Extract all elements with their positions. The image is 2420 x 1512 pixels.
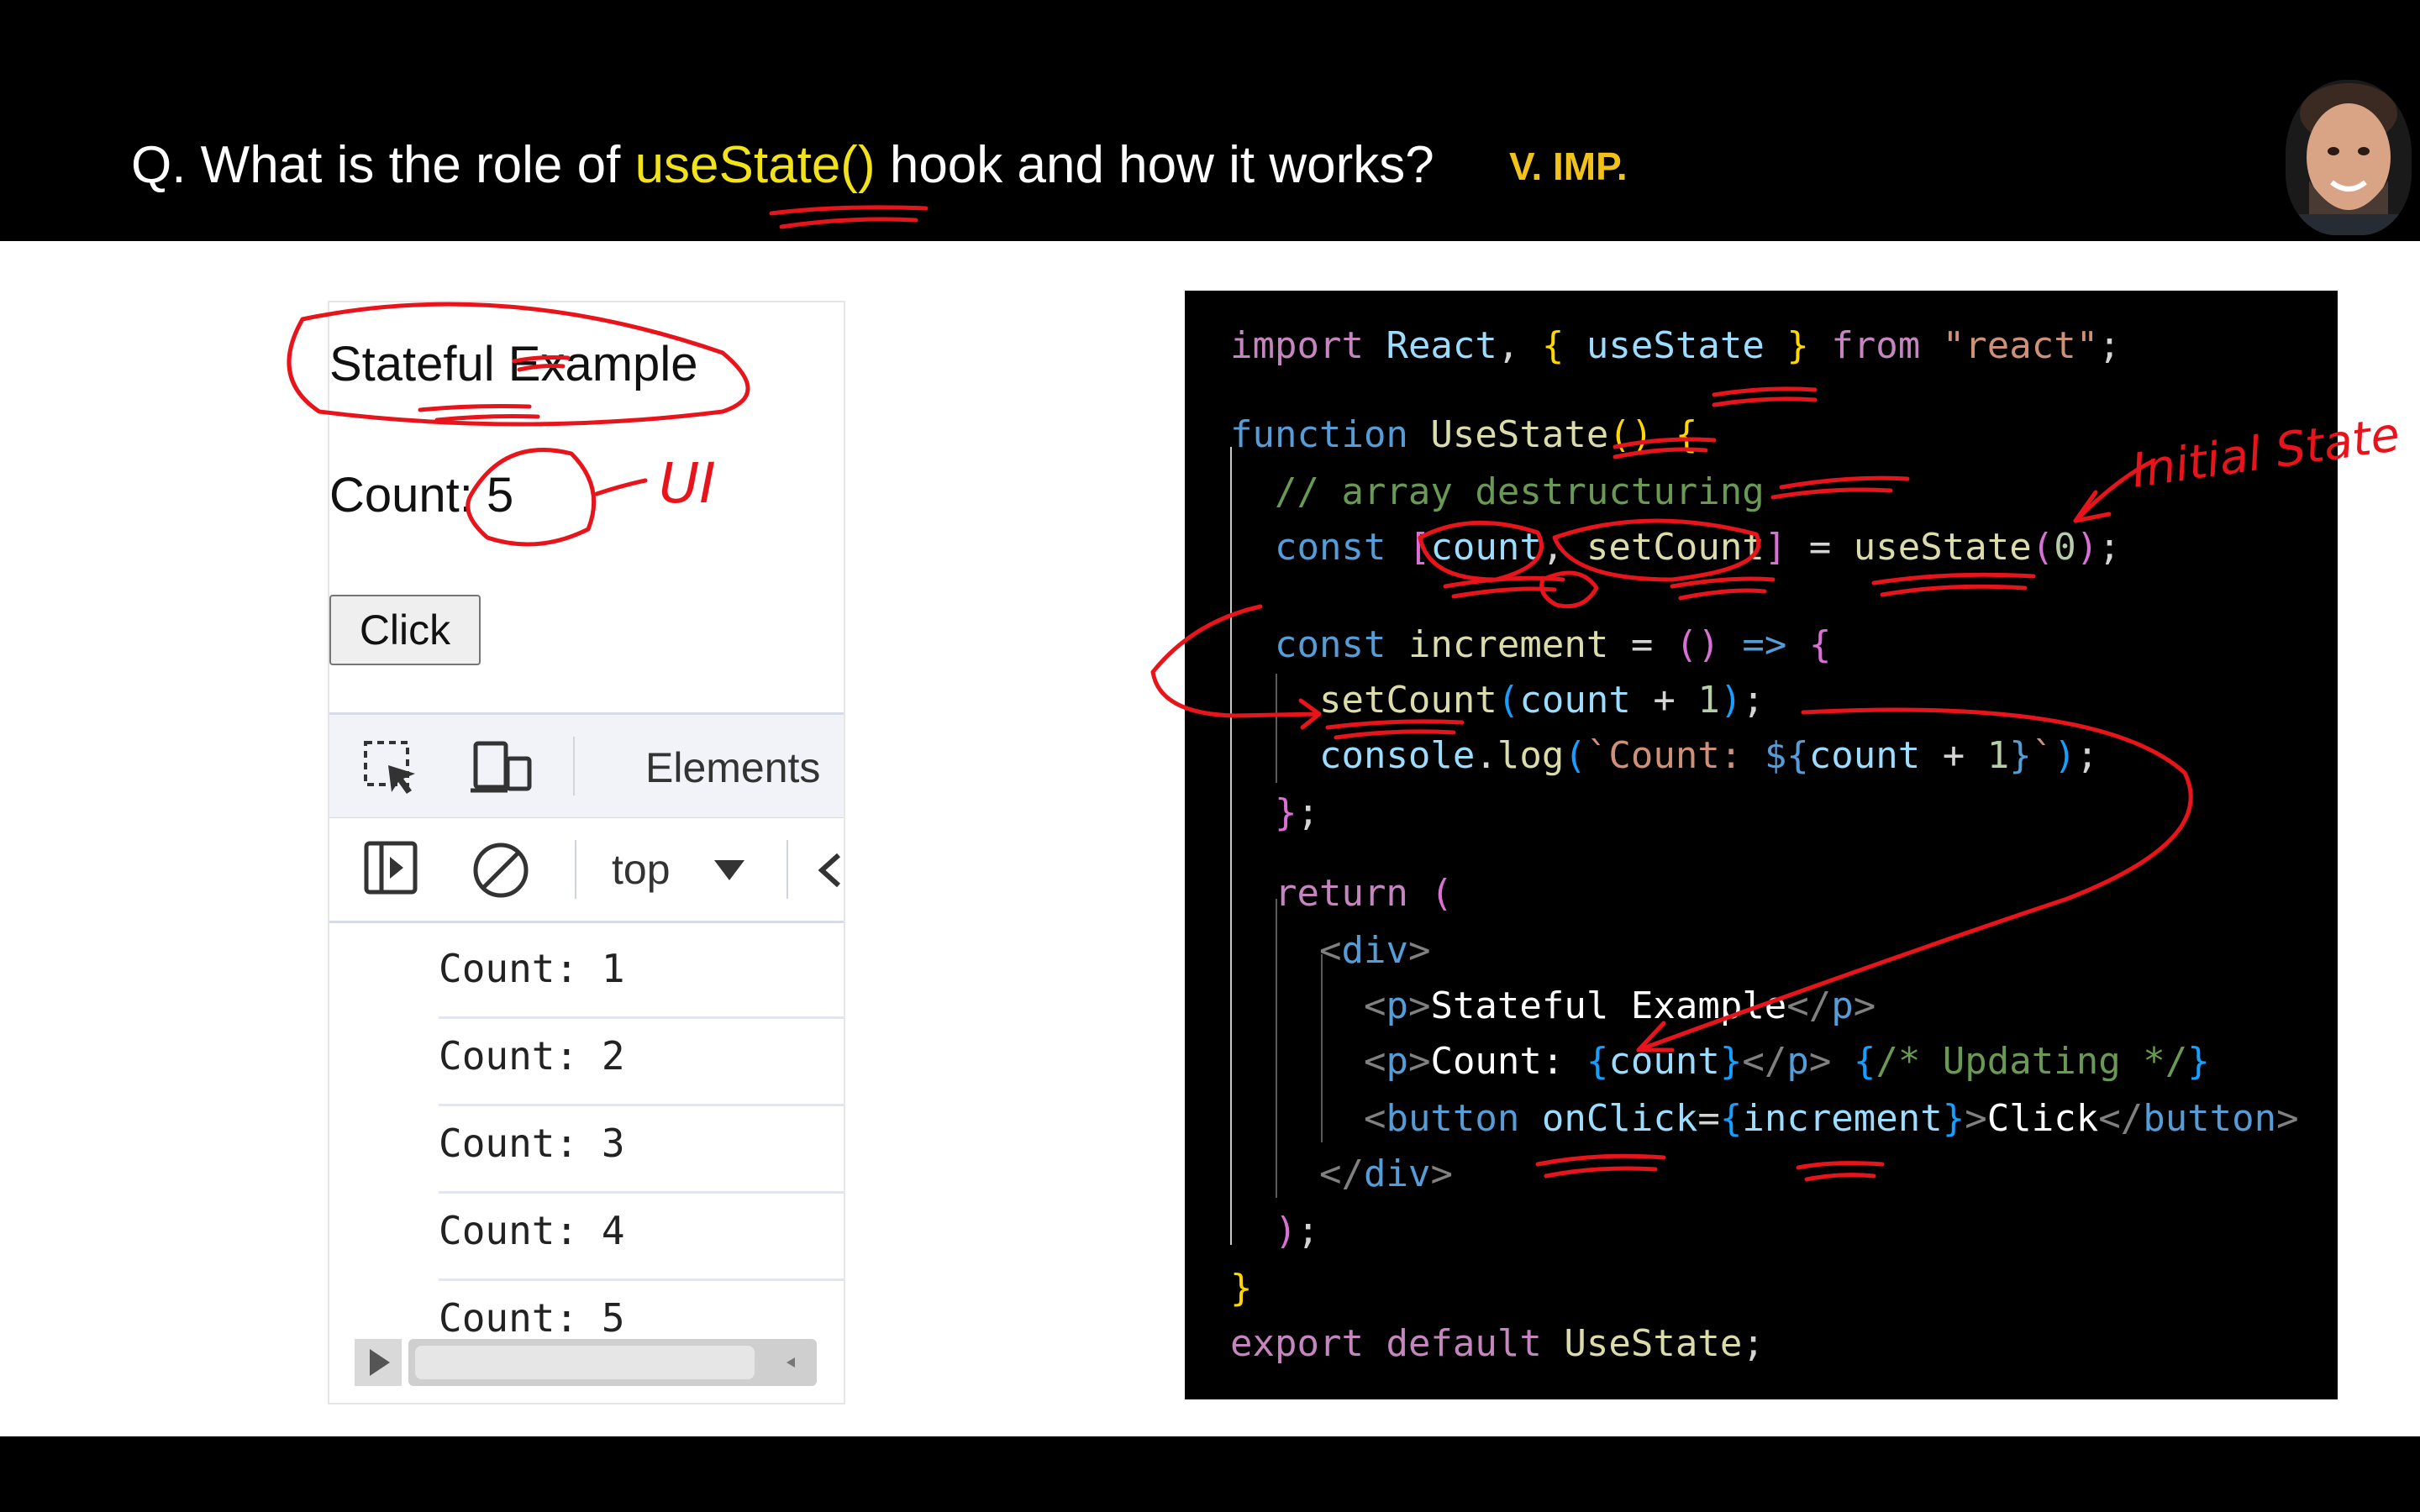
importance-badge: V. IMP. [1509, 144, 1628, 188]
footer-bar [0, 1436, 2420, 1512]
question-title: Q. What is the role of useState() hook a… [131, 128, 1434, 203]
code-line: console.log(`Count: ${count + 1}`); [1318, 734, 2099, 777]
code-editor: import React, { useState } from "react";… [1185, 291, 2338, 1399]
code-line: import React, { useState } from "react"; [1230, 324, 2121, 367]
code-line: setCount(count + 1); [1318, 679, 1765, 722]
console-log-line: Count: 4 [439, 1193, 844, 1281]
tab-elements[interactable]: Elements [645, 743, 820, 792]
header-bar: Q. What is the role of useState() hook a… [0, 0, 2420, 241]
presenter-avatar [2286, 80, 2412, 235]
question-prefix: Q. What is the role of [131, 136, 635, 194]
console-toolbar: top [329, 818, 844, 923]
code-line: // array destructuring [1274, 470, 1765, 513]
code-line: <button onClick={increment}>Click</butto… [1363, 1097, 2299, 1140]
question-suffix: hook and how it works? [875, 136, 1434, 194]
browser-preview: Stateful Example Count: 5 Click Elements [328, 301, 845, 1404]
device-toolbar-icon[interactable] [471, 740, 534, 799]
click-button[interactable]: Click [329, 595, 481, 665]
chevron-left-icon[interactable] [817, 852, 842, 892]
code-line: const [count, setCount] = useState(0); [1274, 526, 2121, 569]
code-line: return ( [1274, 872, 1453, 915]
sidebar-toggle-icon[interactable] [363, 840, 418, 899]
code-line: function UseState() { [1230, 413, 1698, 456]
toolbar-divider [575, 840, 576, 899]
code-line: <p>Count: {count}</p> {/* Updating */} [1363, 1040, 2210, 1083]
code-line: </div> [1318, 1152, 1453, 1195]
code-line: }; [1274, 791, 1319, 834]
question-highlight: useState() [634, 136, 876, 194]
code-line: export default UseState; [1230, 1322, 1765, 1365]
console-log-line: Count: 2 [439, 1018, 844, 1106]
code-line: const increment = () => { [1274, 623, 1832, 666]
dropdown-arrow-icon[interactable] [713, 858, 746, 885]
code-line: ); [1274, 1210, 1319, 1252]
horizontal-scrollbar[interactable] [355, 1337, 818, 1388]
console-log-line: Count: 1 [439, 931, 844, 1019]
code-line: } [1230, 1267, 1253, 1310]
toolbar-divider [786, 840, 788, 899]
console-log-line: Count: 3 [439, 1105, 844, 1194]
code-line: <p>Stateful Example</p> [1363, 984, 1876, 1027]
clear-console-icon[interactable] [471, 840, 531, 904]
app-count-text: Count: 5 [329, 468, 514, 522]
devtools-tabbar: Elements [329, 712, 844, 820]
inspect-element-icon[interactable] [363, 740, 418, 799]
toolbar-divider [573, 737, 575, 795]
code-line: <div> [1318, 929, 1431, 972]
context-select[interactable]: top [612, 845, 671, 894]
app-title: Stateful Example [329, 337, 698, 391]
